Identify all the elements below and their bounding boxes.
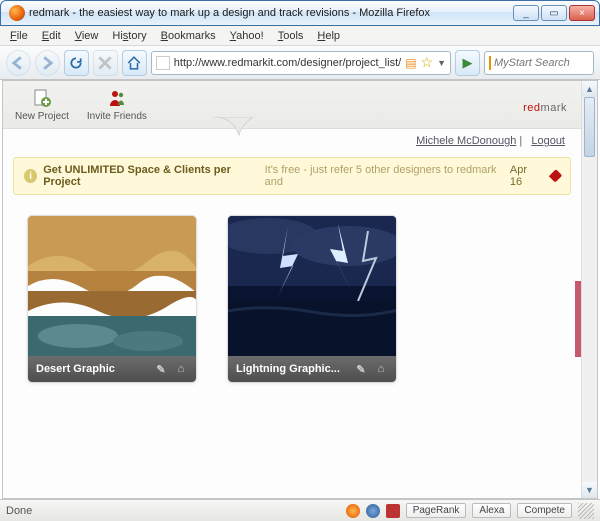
project-thumbnail <box>228 216 397 356</box>
menu-history[interactable]: History <box>106 28 152 44</box>
project-card[interactable]: Lightning Graphic... ✎ ⌂ <box>227 215 397 383</box>
maximize-button[interactable]: ▭ <box>541 5 567 21</box>
nav-toolbar: http://www.redmarkit.com/designer/projec… <box>0 46 600 80</box>
search-engine-icon[interactable] <box>489 56 491 70</box>
brand-logo: redmark <box>523 91 567 117</box>
menubar: File Edit View History Bookmarks Yahoo! … <box>0 26 600 46</box>
forward-button[interactable] <box>35 50 60 76</box>
promo-bold: Get UNLIMITED Space & Clients per Projec… <box>43 164 258 188</box>
home-button[interactable] <box>122 50 147 76</box>
search-box[interactable] <box>484 51 594 75</box>
logout-link[interactable]: Logout <box>531 135 565 147</box>
promo-banner[interactable]: i Get UNLIMITED Space & Clients per Proj… <box>13 157 571 195</box>
minimize-button[interactable]: _ <box>513 5 539 21</box>
new-project-label: New Project <box>15 111 69 122</box>
menu-view[interactable]: View <box>69 28 105 44</box>
new-project-icon <box>31 87 53 109</box>
back-button[interactable] <box>6 50 31 76</box>
firefox-icon <box>9 5 25 21</box>
pagerank-button[interactable]: PageRank <box>406 503 467 518</box>
invite-icon <box>106 87 128 109</box>
resize-grip[interactable] <box>578 503 594 519</box>
viewport: New Project Invite Friends redmark Miche… <box>2 80 598 499</box>
scroll-thumb[interactable] <box>584 97 595 157</box>
user-name-link[interactable]: Michele McDonough <box>416 135 516 147</box>
speech-tail <box>213 117 253 141</box>
info-icon: i <box>24 169 37 183</box>
status-text: Done <box>6 505 32 517</box>
search-input[interactable] <box>494 57 600 69</box>
edit-icon[interactable]: ✎ <box>354 362 368 376</box>
menu-file[interactable]: File <box>4 28 34 44</box>
app-header: New Project Invite Friends redmark <box>3 81 581 129</box>
menu-yahoo[interactable]: Yahoo! <box>224 28 270 44</box>
scroll-down-icon[interactable]: ▼ <box>582 482 597 498</box>
reload-button[interactable] <box>64 50 89 76</box>
user-links: Michele McDonough | Logout <box>3 129 581 153</box>
url-dropdown-icon[interactable]: ▼ <box>437 58 446 68</box>
share-icon[interactable]: ⌂ <box>374 362 388 376</box>
invite-label: Invite Friends <box>87 111 147 122</box>
edit-icon[interactable]: ✎ <box>154 362 168 376</box>
rss-icon[interactable]: ▤ <box>405 56 416 70</box>
vertical-scrollbar[interactable]: ▲ ▼ <box>581 81 597 498</box>
menu-help[interactable]: Help <box>311 28 346 44</box>
project-caption: Desert Graphic ✎ ⌂ <box>28 356 196 382</box>
status-icon[interactable] <box>366 504 380 518</box>
promo-flag-icon <box>548 169 562 183</box>
alexa-button[interactable]: Alexa <box>472 503 511 518</box>
url-text: http://www.redmarkit.com/designer/projec… <box>174 57 401 69</box>
close-button[interactable]: × <box>569 5 595 21</box>
page: New Project Invite Friends redmark Miche… <box>3 81 581 498</box>
titlebar: redmark - the easiest way to mark up a d… <box>0 0 600 26</box>
url-bar[interactable]: http://www.redmarkit.com/designer/projec… <box>151 51 451 75</box>
menu-bookmarks[interactable]: Bookmarks <box>155 28 222 44</box>
status-icon[interactable] <box>386 504 400 518</box>
promo-date: Apr 16 <box>510 164 541 188</box>
project-card[interactable]: Desert Graphic ✎ ⌂ <box>27 215 197 383</box>
go-button[interactable]: ▶ <box>455 50 480 76</box>
bookmark-star-icon[interactable]: ☆ <box>421 54 434 71</box>
compete-button[interactable]: Compete <box>517 503 572 518</box>
stop-button[interactable] <box>93 50 118 76</box>
window-title: redmark - the easiest way to mark up a d… <box>29 7 513 19</box>
promo-sub: It's free - just refer 5 other designers… <box>265 164 504 188</box>
project-grid: Desert Graphic ✎ ⌂ <box>3 199 581 399</box>
project-title: Lightning Graphic... <box>236 363 340 375</box>
status-icon[interactable] <box>346 504 360 518</box>
project-title: Desert Graphic <box>36 363 115 375</box>
invite-friends-button[interactable]: Invite Friends <box>87 87 147 122</box>
new-project-button[interactable]: New Project <box>15 87 69 122</box>
menu-tools[interactable]: Tools <box>272 28 310 44</box>
project-caption: Lightning Graphic... ✎ ⌂ <box>228 356 396 382</box>
page-icon <box>156 56 170 70</box>
share-icon[interactable]: ⌂ <box>174 362 188 376</box>
menu-edit[interactable]: Edit <box>36 28 67 44</box>
scroll-up-icon[interactable]: ▲ <box>582 81 597 97</box>
statusbar: Done PageRank Alexa Compete <box>0 499 600 521</box>
project-thumbnail <box>28 216 197 356</box>
